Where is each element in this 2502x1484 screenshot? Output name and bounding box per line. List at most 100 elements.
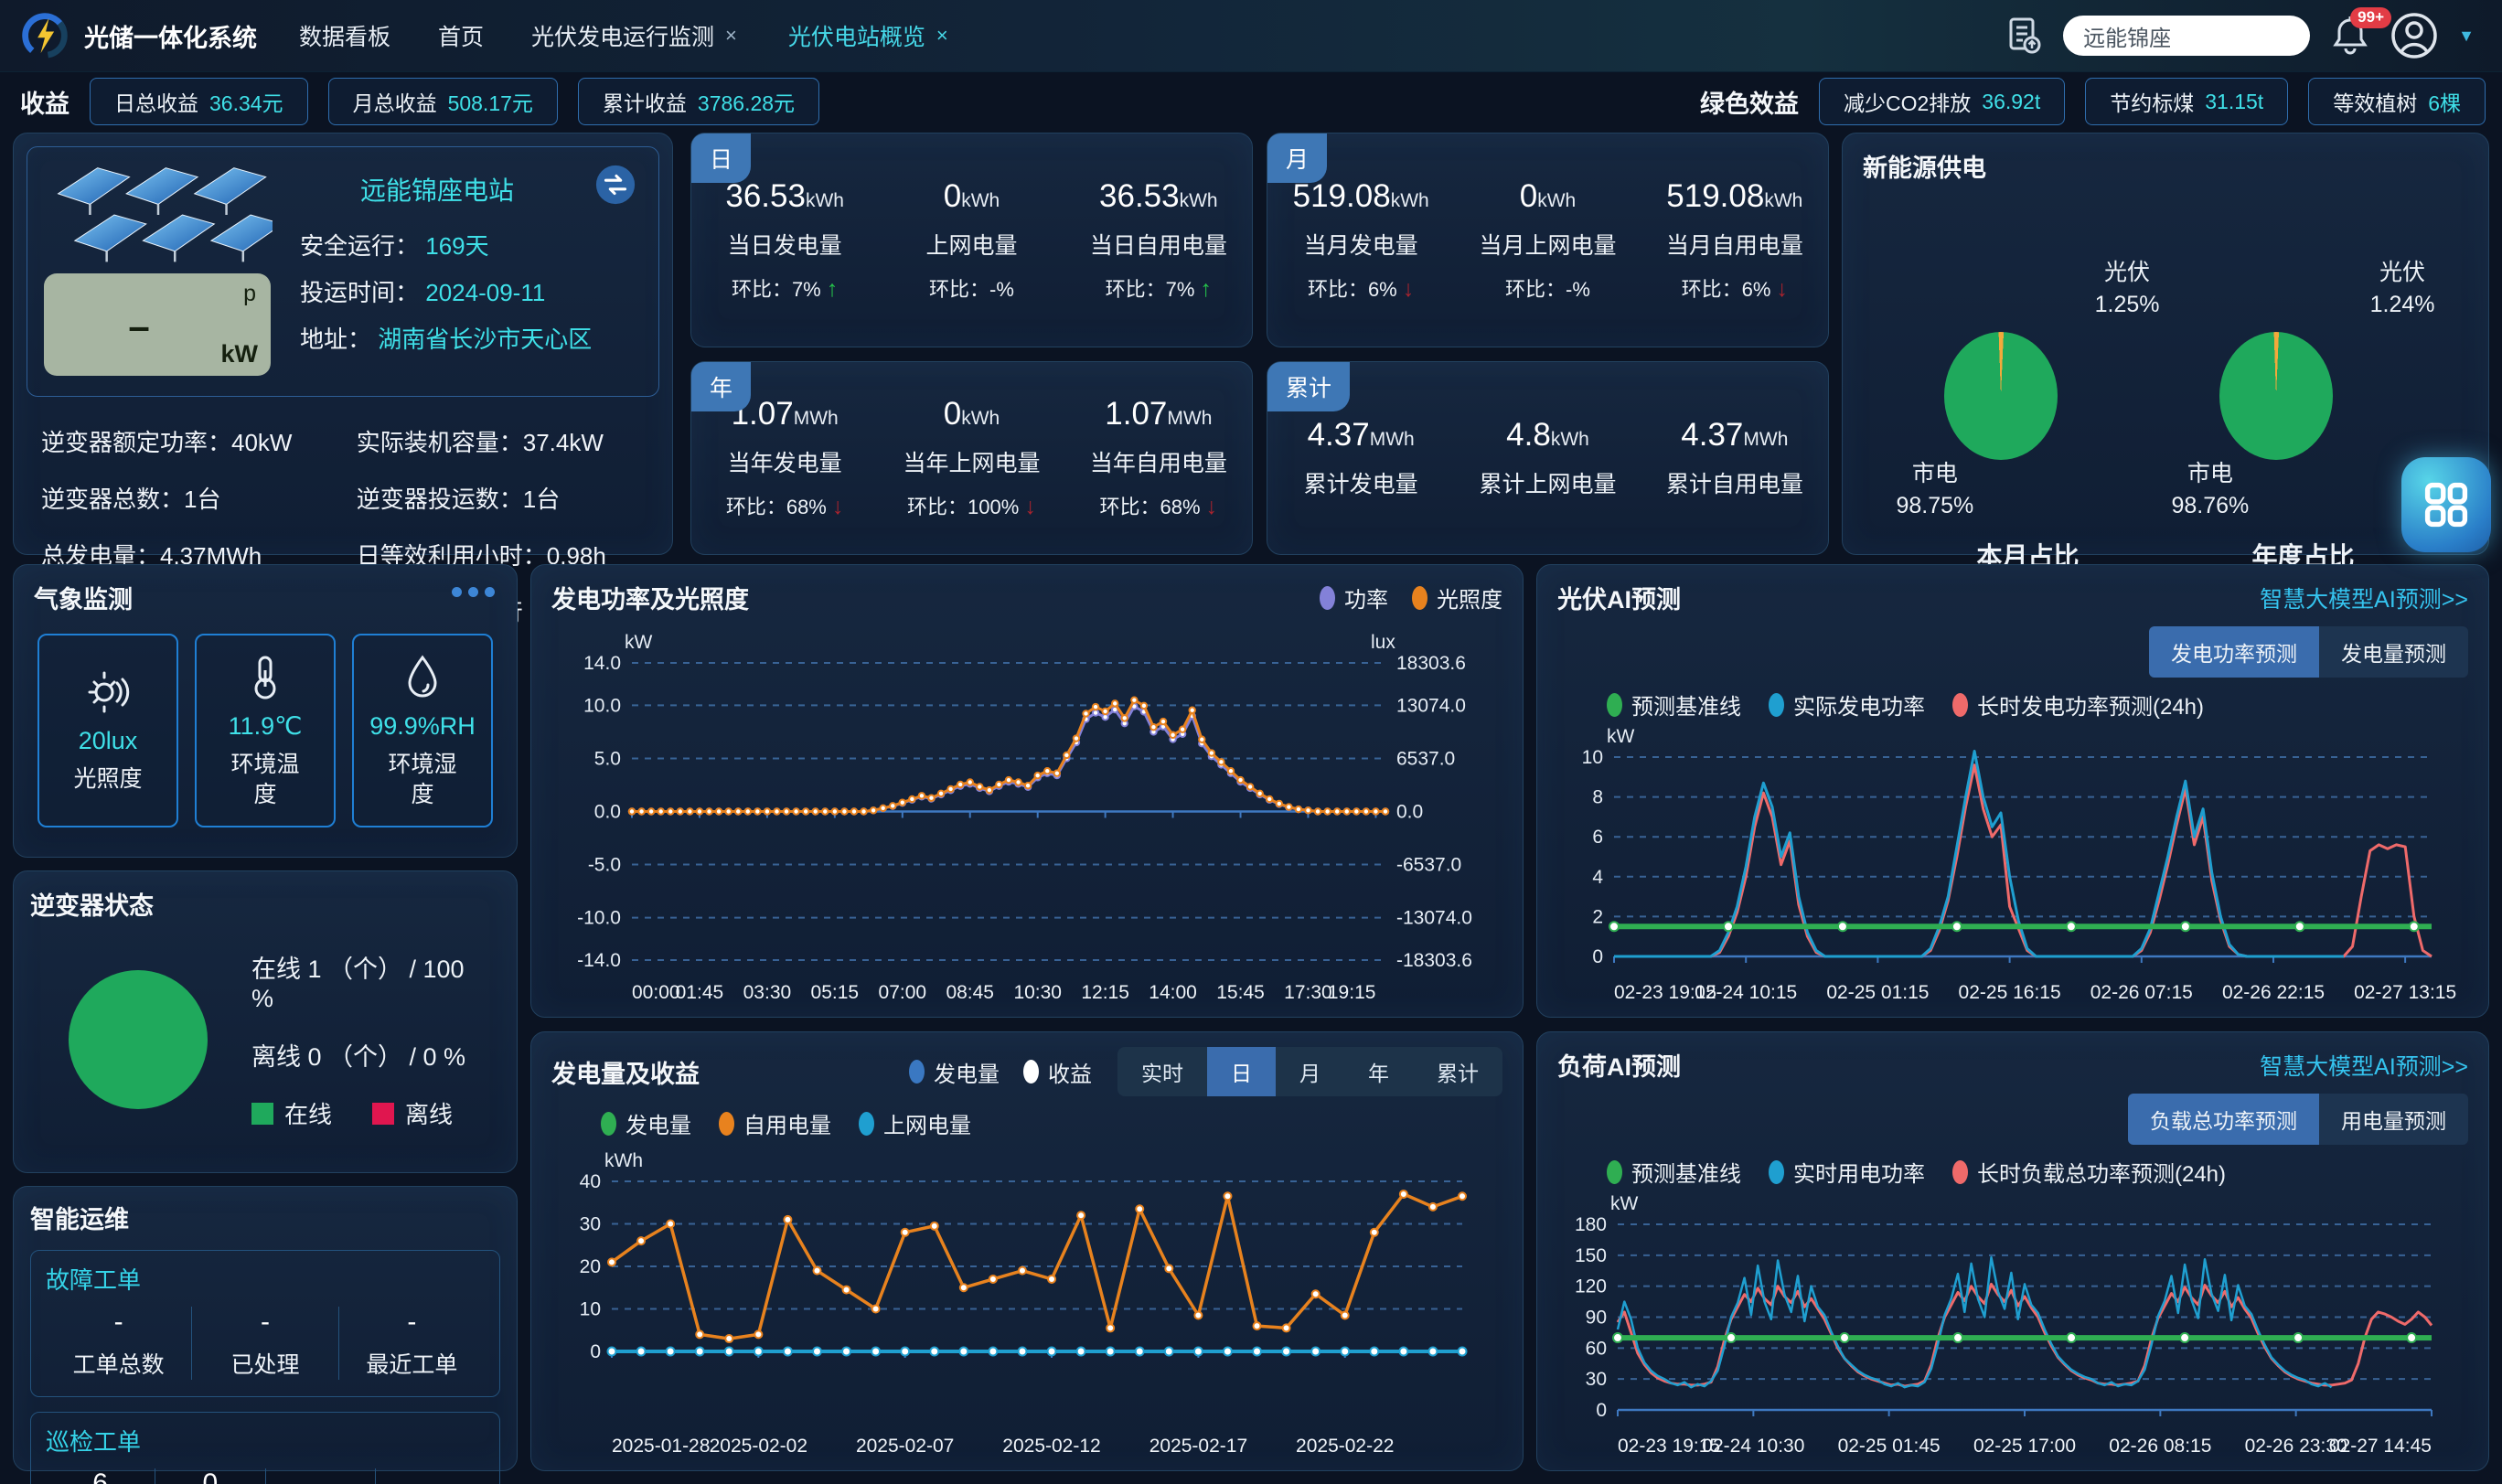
- svg-text:10.0: 10.0: [583, 695, 621, 716]
- stat-col: 36.53kWh 当日发电量 环比：7% ↑: [691, 178, 878, 303]
- daily-gen-value: 36.53: [725, 178, 806, 214]
- revenue-legend-label[interactable]: 收益: [1048, 1056, 1092, 1088]
- svg-text:60: 60: [1586, 1338, 1607, 1359]
- chevron-down-icon[interactable]: ▼: [2458, 27, 2475, 46]
- app-logo-icon: [20, 11, 70, 60]
- yearly-grid-value: 0: [944, 396, 961, 432]
- irradiance-legend-label[interactable]: 光照度: [1437, 582, 1502, 614]
- trend-arrow-icon: ↓: [1403, 276, 1415, 302]
- ai-model-link[interactable]: 智慧大模型AI预测>>: [2260, 582, 2468, 614]
- revenue-legend-dot: [1023, 1060, 1039, 1084]
- pie-chart: [1944, 332, 2058, 460]
- tab-month[interactable]: 月: [1276, 1047, 1344, 1096]
- svg-text:05:15: 05:15: [811, 982, 860, 1003]
- close-icon[interactable]: ×: [936, 24, 948, 48]
- monthly-revenue-pill: 月总收益 508.17元: [328, 78, 558, 125]
- monthly-revenue-value: 508.17元: [448, 86, 533, 117]
- thermometer-icon: [240, 652, 291, 703]
- search-input[interactable]: [2063, 16, 2310, 56]
- nav-item-home[interactable]: 首页: [438, 19, 484, 52]
- yearly-gen-unit: MWh: [794, 408, 839, 429]
- total-revenue-value: 3786.28元: [698, 86, 795, 117]
- stat-col: 36.53kWh 当日自用电量 环比：7% ↑: [1065, 178, 1252, 303]
- energy-series-legend: 发电量 自用电量 上网电量: [601, 1107, 1502, 1139]
- nav-tab-station-overview[interactable]: 光伏电站概览 ×: [788, 19, 948, 52]
- selfuse-label[interactable]: 自用电量: [743, 1107, 831, 1139]
- svg-text:-10.0: -10.0: [577, 908, 621, 929]
- quick-panel-button[interactable]: [2401, 457, 2491, 552]
- commission-date-value: 2024-09-11: [425, 279, 545, 306]
- baseline-dot: [1607, 693, 1622, 717]
- generation-label[interactable]: 发电量: [626, 1107, 691, 1139]
- coal-pill: 节约标煤 31.15t: [2085, 78, 2288, 125]
- baseline-label[interactable]: 预测基准线: [1631, 1156, 1741, 1188]
- ai-model-link[interactable]: 智慧大模型AI预测>>: [2260, 1049, 2468, 1082]
- stat-inverter-count: 逆变器总数：1台: [41, 481, 357, 515]
- load-forecast-label[interactable]: 长时负载总功率预测(24h): [1977, 1156, 2226, 1188]
- svg-text:6537.0: 6537.0: [1396, 748, 1455, 769]
- hb-text: 环比：68%: [726, 496, 827, 518]
- svg-text:150: 150: [1575, 1245, 1607, 1266]
- switch-station-icon[interactable]: [594, 164, 636, 206]
- load-power-forecast-button[interactable]: 负载总功率预测: [2128, 1094, 2319, 1145]
- power-forecast-button[interactable]: 发电功率预测: [2149, 626, 2319, 678]
- svg-text:02-27 14:45: 02-27 14:45: [2329, 1436, 2432, 1457]
- pv-ai-chart: 108642002-23 19:1502-24 10:1502-25 01:15…: [1557, 721, 2468, 1008]
- nav-item-dashboard[interactable]: 数据看板: [299, 19, 390, 52]
- grid-share-label: 市电98.75%: [1897, 458, 1974, 522]
- svg-text:0.0: 0.0: [1396, 802, 1423, 823]
- more-menu-icon[interactable]: [452, 587, 495, 597]
- nav-tab-pv-monitor[interactable]: 光伏发电运行监测 ×: [531, 19, 737, 52]
- svg-text:40: 40: [580, 1171, 601, 1192]
- feedin-label[interactable]: 上网电量: [883, 1107, 971, 1139]
- inverter-legend: 在线 离线: [251, 1096, 473, 1130]
- patrol-orders-title: 巡检工单: [46, 1424, 485, 1457]
- stat-col: 4.37MWh 累计发电量: [1267, 417, 1454, 499]
- yearly-energy-card: 年 1.07MWh 当年发电量 环比：68% ↓ 0kWh 当年上网电量 环比：…: [690, 361, 1253, 555]
- inverter-body: 在线 1 （个） / 100 % 离线 0 （个） / 0 % 在线 离线: [30, 922, 500, 1130]
- tab-realtime[interactable]: 实时: [1117, 1047, 1207, 1096]
- svg-text:-5.0: -5.0: [588, 855, 621, 876]
- safe-run-value: 169天: [425, 232, 488, 260]
- energy-revenue-panel: 发电量及收益 发电量 收益 实时 日 月 年 累计 发电量 自用电量 上网电量 …: [530, 1031, 1524, 1471]
- lcd-unit-label: kW: [221, 340, 259, 368]
- daily-self-label: 当日自用电量: [1065, 228, 1252, 261]
- svg-text:17:30: 17:30: [1284, 982, 1332, 1003]
- power-legend-label[interactable]: 功率: [1344, 582, 1388, 614]
- close-icon[interactable]: ×: [725, 24, 737, 48]
- inverter-status-panel: 逆变器状态 在线 1 （个） / 100 % 离线 0 （个） / 0 % 在线…: [13, 870, 518, 1173]
- baseline-label[interactable]: 预测基准线: [1631, 689, 1741, 721]
- green-benefit-row: 绿色效益 减少CO2排放 36.92t 节约标煤 31.15t 等效植树 6棵: [1700, 77, 2486, 126]
- fault-latest: -最近工单: [339, 1307, 485, 1380]
- daily-self-value: 36.53: [1099, 178, 1180, 214]
- energy-period-tabs: 实时 日 月 年 累计: [1117, 1047, 1502, 1096]
- gen-legend-label[interactable]: 发电量: [934, 1056, 1000, 1088]
- load-ai-title: 负荷AI预测: [1557, 1047, 1681, 1083]
- dashboard: 光储一体化系统 数据看板 首页 光伏发电运行监测 × 光伏电站概览 ×: [0, 0, 2502, 1484]
- yearly-self-label: 当年自用电量: [1065, 445, 1252, 478]
- forecast-label[interactable]: 长时发电功率预测(24h): [1977, 689, 2204, 721]
- user-avatar[interactable]: [2390, 12, 2438, 59]
- tab-day[interactable]: 日: [1207, 1047, 1276, 1096]
- tab-total[interactable]: 累计: [1413, 1047, 1502, 1096]
- tab-year[interactable]: 年: [1344, 1047, 1413, 1096]
- trees-value: 6棵: [2428, 86, 2461, 117]
- actual-power-label[interactable]: 实际发电功率: [1793, 689, 1925, 721]
- svg-text:-6537.0: -6537.0: [1396, 855, 1461, 876]
- energy-forecast-button[interactable]: 发电量预测: [2319, 626, 2468, 678]
- month-ratio-pie: 光伏1.25% 市电98.75% 本月占比: [1891, 251, 2165, 599]
- svg-text:2: 2: [1592, 906, 1603, 927]
- realtime-load-label[interactable]: 实时用电功率: [1793, 1156, 1925, 1188]
- consumption-forecast-button[interactable]: 用电量预测: [2319, 1094, 2468, 1145]
- report-icon[interactable]: [2006, 16, 2043, 56]
- monthly-self-value: 519.08: [1666, 178, 1764, 214]
- daily-revenue-pill: 日总收益 36.34元: [90, 78, 308, 125]
- svg-text:14.0: 14.0: [583, 653, 621, 674]
- svg-text:02-26 08:15: 02-26 08:15: [2109, 1436, 2211, 1457]
- stat-col: 0kWh 当年上网电量 环比：100% ↓: [878, 396, 1064, 520]
- svg-text:02-25 17:00: 02-25 17:00: [1973, 1436, 2076, 1457]
- grid-icon: [2420, 478, 2473, 531]
- svg-text:-13074.0: -13074.0: [1396, 908, 1472, 929]
- total-revenue-title: 累计收益: [603, 86, 687, 117]
- notifications-button[interactable]: 99+: [2330, 15, 2370, 57]
